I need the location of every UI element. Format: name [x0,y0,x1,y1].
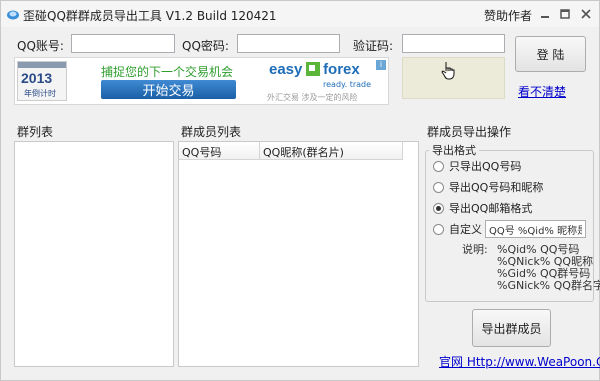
radio-qq-and-nick[interactable]: 导出QQ号码和昵称 [433,180,543,194]
minimize-icon[interactable] [538,7,552,21]
column-header-qq-number[interactable]: QQ号码 [179,142,260,160]
radio-qq-email-indicator[interactable] [433,202,444,214]
refresh-captcha-link[interactable]: 看不清楚 [518,83,566,100]
hand-cursor-icon [441,62,455,80]
radio-qq-and-nick-indicator[interactable] [433,181,444,193]
radio-qq-only-indicator[interactable] [433,160,444,172]
title-bar: 歪碰QQ群群成员导出工具 V1.2 Build 120421 赞助作者 [1,1,599,27]
captcha-label: 验证码: [353,39,394,53]
ad-disclaimer: 外汇交易 涉及一定的风险 [267,93,358,102]
custom-format-input[interactable] [485,220,586,238]
ad-brand-tagline: ready. trade [323,80,372,89]
ad-headline: 捕捉您的下一个交易机会 [101,65,234,79]
export-format-title: 导出格式 [429,142,479,158]
qq-account-label: QQ账号: [17,39,64,53]
export-section-label: 群成员导出操作 [427,125,512,139]
radio-qq-only[interactable]: 只导出QQ号码 [433,159,521,173]
qq-account-input[interactable] [71,34,175,53]
radio-qq-and-nick-label: 导出QQ号码和昵称 [449,181,544,194]
member-list[interactable]: QQ号码 QQ昵称(群名片) [178,141,419,367]
login-button[interactable]: 登 陆 [515,36,586,72]
badge-year: 2013 [21,70,53,86]
help-label: 说明: [462,243,488,256]
ad-start-trading-button[interactable]: 开始交易 [101,80,236,99]
member-list-label: 群成员列表 [181,125,242,139]
qq-password-label: QQ密码: [182,39,229,53]
radio-qq-email-label: 导出QQ邮箱格式 [449,202,533,215]
maximize-icon[interactable] [558,7,572,21]
group-list[interactable] [14,141,174,367]
window-title: 歪碰QQ群群成员导出工具 V1.2 Build 120421 [23,9,277,23]
radio-custom-indicator[interactable] [433,223,444,235]
official-website-link[interactable]: 官网 Http://www.WeaPoon.Com [439,353,600,370]
app-logo-icon [7,10,19,20]
column-header-nickname[interactable]: QQ昵称(群名片) [260,142,403,160]
captcha-input[interactable] [402,34,505,53]
export-members-button[interactable]: 导出群成员 [472,309,551,347]
ad-info-icon[interactable]: i [376,60,386,70]
ad-banner[interactable]: 2013 年倒计时 捕捉您的下一个交易机会 开始交易 easy forex re… [14,57,389,105]
badge-subtitle: 年倒计时 [24,89,56,98]
brand-square-icon [305,62,320,76]
qq-password-input[interactable] [237,34,340,53]
radio-custom[interactable]: 自定义 [433,222,482,236]
ad-brand-logo: easy forex [269,61,360,78]
captcha-image[interactable] [402,57,505,99]
sponsor-author-link[interactable]: 赞助作者 [484,7,532,24]
app-window: 歪碰QQ群群成员导出工具 V1.2 Build 120421 赞助作者 QQ账号… [0,0,600,381]
radio-qq-only-label: 只导出QQ号码 [449,160,522,173]
radio-qq-email[interactable]: 导出QQ邮箱格式 [433,201,532,215]
help-line-gnick: %GNick% QQ群名字 [497,279,600,292]
radio-custom-label: 自定义 [449,223,482,236]
calendar-badge: 2013 年倒计时 [17,61,67,101]
close-icon[interactable] [579,7,593,21]
group-list-label: 群列表 [17,125,54,139]
